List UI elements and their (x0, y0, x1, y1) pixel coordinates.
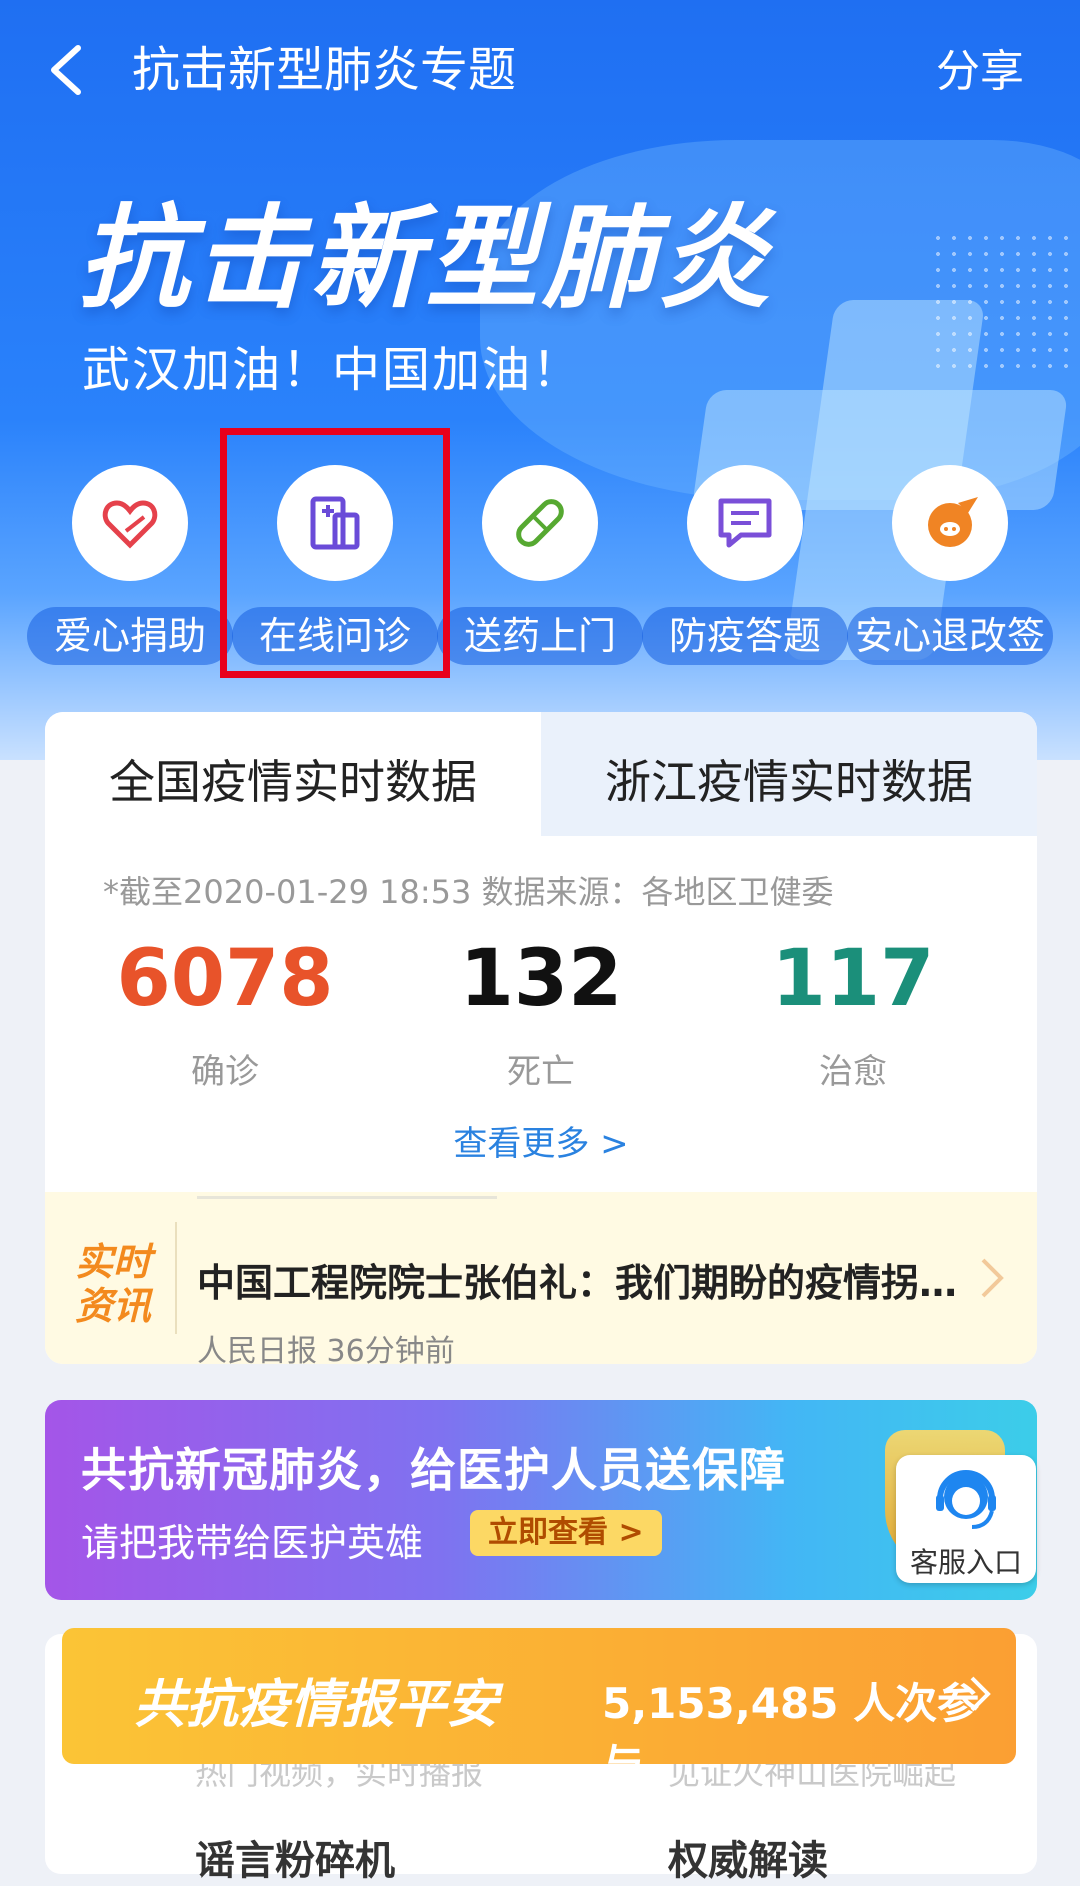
stat-label: 死亡 (507, 1052, 575, 1092)
scroll-fade-line (197, 1196, 497, 1217)
tab-label: 浙江疫情实时数据 (605, 755, 973, 809)
view-now-button[interactable]: 立即查看 > (470, 1510, 662, 1556)
heart-icon (102, 500, 158, 549)
entry-refund[interactable]: 安心退改签 (847, 465, 1053, 665)
page-title: 抗击新型肺炎专题 (132, 42, 517, 98)
news-ticker[interactable]: 实时资讯 中国工程院院士张伯礼：我们期盼的疫情拐点… 人民日报 36分钟前 (45, 1192, 1037, 1364)
entry-label: 安心退改签 (855, 614, 1046, 658)
tab-label: 全国疫情实时数据 (109, 755, 477, 809)
entry-quiz[interactable]: 防疫答题 (642, 465, 848, 665)
pill-icon (516, 499, 564, 547)
entry-icon-circle (892, 465, 1008, 581)
pig-logo-icon (928, 497, 978, 547)
entry-medicine-delivery[interactable]: 送药上门 (437, 465, 643, 665)
stat-deaths: 132 死亡 (391, 934, 691, 1093)
stat-label: 确诊 (191, 1052, 259, 1092)
customer-service-button[interactable]: 客服入口 (896, 1455, 1036, 1583)
entry-icon-circle (72, 465, 188, 581)
top-nav: 抗击新型肺炎专题 分享 (0, 30, 1080, 110)
hero-section: 抗击新型肺炎专题 分享 抗击新型肺炎 武汉加油！中国加油！ 爱心捐助 在线问诊 (0, 0, 1080, 760)
news-headline[interactable]: 中国工程院院士张伯礼：我们期盼的疫情拐点… (197, 1252, 983, 1307)
hero-title: 抗击新型肺炎 (78, 194, 774, 324)
report-title: 共抗疫情报平安 (134, 1675, 499, 1735)
stat-label: 治愈 (819, 1052, 887, 1092)
hero-slogan: 武汉加油！中国加油！ (82, 342, 583, 398)
tab-zhejiang[interactable]: 浙江疫情实时数据 (541, 712, 1037, 836)
tab-national[interactable]: 全国疫情实时数据 (45, 712, 541, 836)
stat-value: 132 (459, 934, 623, 1024)
banner-subtitle: 请把我带给医护英雄 (81, 1521, 424, 1565)
authority-interpretation-link[interactable]: 权威解读 (668, 1828, 828, 1886)
stat-confirmed: 6078 确诊 (75, 934, 375, 1093)
entry-icon-circle (482, 465, 598, 581)
chat-bubble-icon (718, 498, 772, 548)
chevron-right-icon[interactable] (977, 1256, 1007, 1304)
selection-highlight (220, 428, 450, 678)
chevron-right-icon (968, 1674, 992, 1718)
entry-label: 爱心捐助 (53, 614, 206, 658)
news-logo: 实时资讯 (75, 1240, 152, 1328)
view-more-link[interactable]: 查看更多 > (45, 1116, 1037, 1165)
entry-donation[interactable]: 爱心捐助 (27, 465, 233, 665)
stat-recovered: 117 治愈 (703, 934, 1003, 1093)
entry-label: 送药上门 (463, 614, 616, 658)
news-source: 人民日报 36分钟前 (197, 1334, 455, 1364)
epidemic-data-card: 全国疫情实时数据 浙江疫情实时数据 *截至2020-01-29 18:53 数据… (45, 712, 1037, 1364)
divider (175, 1222, 177, 1334)
banner-title: 共抗新冠肺炎，给医护人员送保障 (81, 1443, 786, 1497)
data-timestamp: *截至2020-01-29 18:53 数据来源：各地区卫健委 (103, 873, 834, 911)
back-icon[interactable] (42, 42, 94, 98)
stat-value: 6078 (116, 934, 334, 1024)
entry-label: 防疫答题 (668, 614, 821, 658)
entry-icon-circle (687, 465, 803, 581)
participant-count: 5,153,485 人次参与 (602, 1679, 980, 1789)
rumor-buster-link[interactable]: 谣言粉碎机 (195, 1828, 395, 1886)
share-button[interactable]: 分享 (936, 44, 1024, 100)
medical-support-banner[interactable]: 共抗新冠肺炎，给医护人员送保障 请把我带给医护英雄 立即查看 > (45, 1400, 1037, 1600)
dot-pattern (930, 230, 1070, 370)
customer-service-label: 客服入口 (909, 1546, 1022, 1579)
report-safety-bar[interactable]: 共抗疫情报平安 5,153,485 人次参与 (62, 1628, 1016, 1789)
headset-agent-icon (926, 1461, 1006, 1545)
stat-value: 117 (771, 934, 935, 1024)
